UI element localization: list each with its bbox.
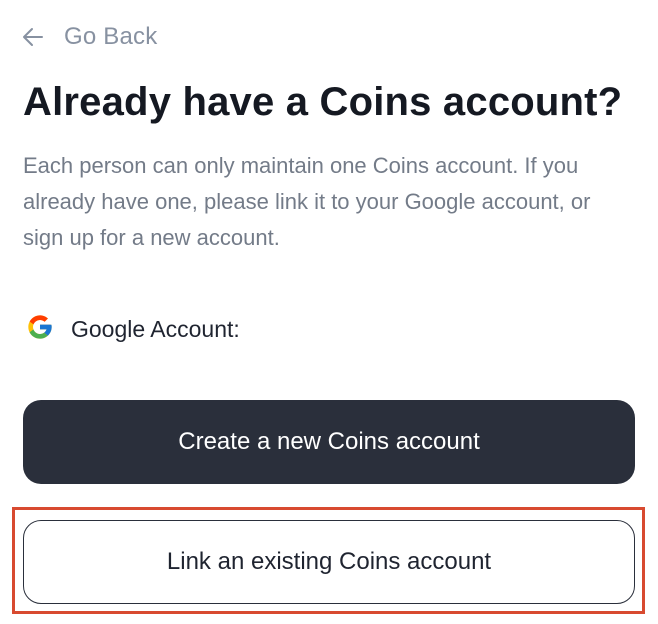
google-account-label: Google Account: [71,315,240,342]
page-description: Each person can only maintain one Coins … [23,153,591,250]
go-back-button[interactable]: Go Back [22,20,157,54]
page-title: Already have a Coins account? [23,80,623,124]
go-back-label: Go Back [64,23,158,50]
link-account-page: Go Back Already have a Coins account? Ea… [0,0,658,624]
google-icon [26,313,54,346]
create-account-button[interactable]: Create a new Coins account [23,400,635,484]
google-account-row: Google Account: [26,310,240,348]
link-account-button[interactable]: Link an existing Coins account [23,520,635,604]
arrow-left-icon [22,26,44,48]
